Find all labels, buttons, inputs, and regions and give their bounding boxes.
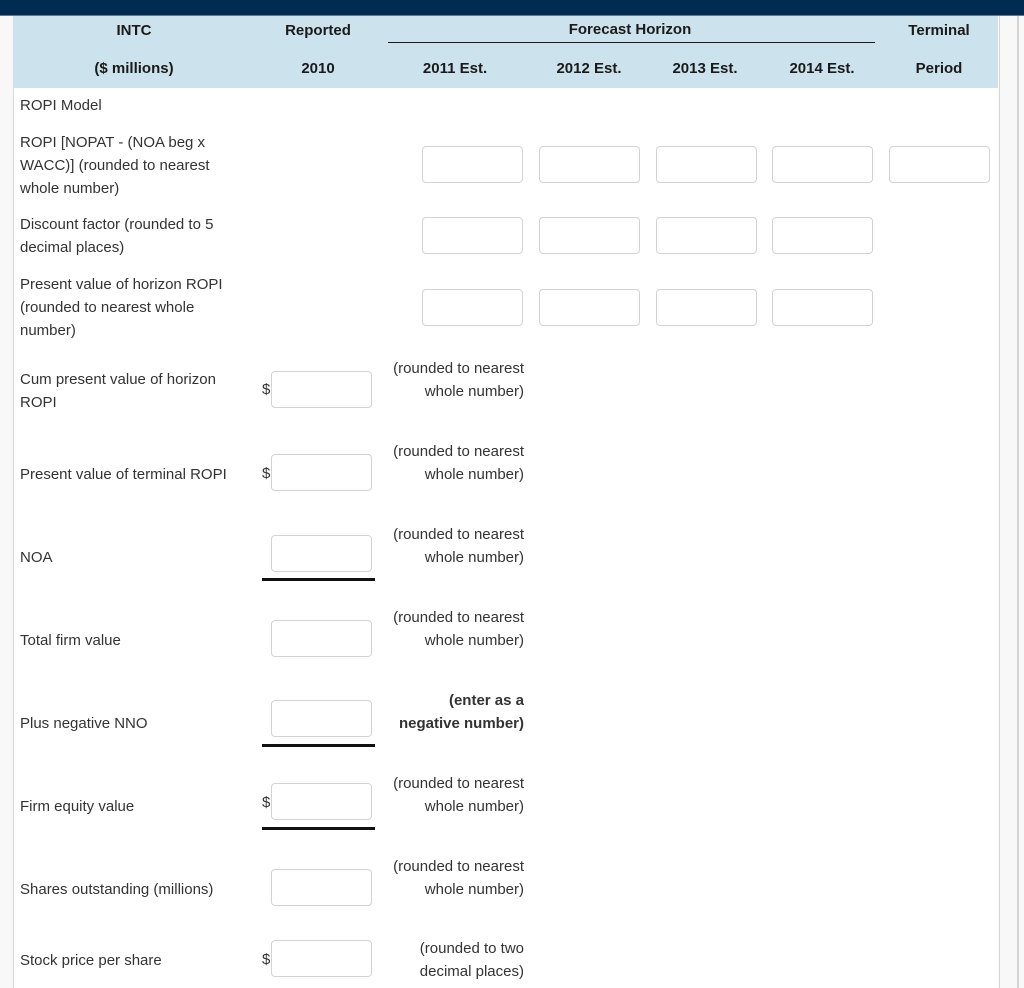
top-bar bbox=[0, 0, 1024, 16]
discount-factor-2011-input[interactable] bbox=[422, 217, 523, 254]
header-year-2012: 2012 Est. bbox=[556, 60, 622, 77]
noa-input[interactable] bbox=[271, 535, 372, 572]
row-label-discount-factor: Discount factor (rounded to 5 decimal pl… bbox=[20, 216, 214, 256]
ropi-terminal-input[interactable] bbox=[889, 146, 990, 183]
scrollbar-track[interactable] bbox=[999, 16, 1024, 988]
header-units: ($ millions) bbox=[94, 60, 174, 77]
row-label-stock-price: Stock price per share bbox=[20, 952, 162, 969]
header-year-2014: 2014 Est. bbox=[789, 60, 855, 77]
subtotal-rule bbox=[262, 744, 375, 747]
shares-outstanding-input[interactable] bbox=[271, 869, 372, 906]
discount-factor-2013-input[interactable] bbox=[656, 217, 757, 254]
negative-nno-input[interactable] bbox=[271, 700, 372, 737]
pv-terminal-ropi-input[interactable] bbox=[271, 454, 372, 491]
row-label-negative-nno: Plus negative NNO bbox=[20, 715, 148, 732]
total-firm-value-input[interactable] bbox=[271, 620, 372, 657]
left-gutter bbox=[0, 16, 14, 988]
note-rounding: (rounded to nearest whole number) bbox=[393, 443, 524, 483]
pv-horizon-ropi-2013-input[interactable] bbox=[656, 289, 757, 326]
note-rounding: (rounded to nearest whole number) bbox=[393, 526, 524, 566]
note-rounding: (rounded to nearest whole number) bbox=[393, 360, 524, 400]
pv-horizon-ropi-2012-input[interactable] bbox=[539, 289, 640, 326]
ropi-2013-input[interactable] bbox=[656, 146, 757, 183]
header-forecast-horizon: Forecast Horizon bbox=[568, 21, 692, 38]
firm-equity-value-input[interactable] bbox=[271, 783, 372, 820]
subtotal-rule bbox=[262, 578, 375, 581]
note-rounding: (rounded to nearest whole number) bbox=[393, 775, 524, 815]
note-rounding-two-decimals: (rounded to two decimal places) bbox=[419, 940, 524, 980]
discount-factor-2014-input[interactable] bbox=[772, 217, 873, 254]
ropi-2012-input[interactable] bbox=[539, 146, 640, 183]
stock-price-input[interactable] bbox=[271, 940, 372, 977]
row-label-total-firm-value: Total firm value bbox=[20, 632, 121, 649]
header-terminal: Terminal bbox=[908, 22, 970, 39]
row-label-pv-terminal-ropi: Present value of terminal ROPI bbox=[20, 466, 227, 483]
dollar-sign: $ bbox=[262, 381, 271, 398]
cum-pv-horizon-ropi-input[interactable] bbox=[271, 371, 372, 408]
row-label-shares-outstanding: Shares outstanding (millions) bbox=[20, 881, 214, 898]
section-title: ROPI Model bbox=[20, 97, 102, 114]
forecast-horizon-rule bbox=[388, 42, 875, 43]
dollar-sign: $ bbox=[262, 465, 271, 482]
header-company: INTC bbox=[116, 22, 152, 39]
ropi-2011-input[interactable] bbox=[422, 146, 523, 183]
header-period: Period bbox=[915, 60, 963, 77]
discount-factor-2012-input[interactable] bbox=[539, 217, 640, 254]
header-year-2011: 2011 Est. bbox=[422, 60, 488, 77]
total-rule bbox=[262, 827, 375, 830]
row-label-firm-equity-value: Firm equity value bbox=[20, 798, 135, 815]
dollar-sign: $ bbox=[262, 794, 271, 811]
row-label-pv-horizon-ropi: Present value of horizon ROPI (rounded t… bbox=[20, 276, 223, 339]
header-year-2013: 2013 Est. bbox=[672, 60, 738, 77]
scrollbar-edge bbox=[1017, 16, 1019, 988]
pv-horizon-ropi-2014-input[interactable] bbox=[772, 289, 873, 326]
note-rounding: (rounded to nearest whole number) bbox=[393, 609, 524, 649]
header-year-2010: 2010 bbox=[301, 60, 335, 77]
row-label-cum-pv-horizon-ropi: Cum present value of horizon ROPI bbox=[20, 371, 216, 411]
header-reported: Reported bbox=[285, 22, 351, 39]
row-label-noa: NOA bbox=[20, 549, 53, 566]
note-enter-negative: (enter as a negative number) bbox=[398, 692, 524, 732]
dollar-sign: $ bbox=[262, 951, 271, 968]
row-label-ropi: ROPI [NOPAT - (NOA beg x WACC)] (rounded… bbox=[20, 134, 210, 197]
pv-horizon-ropi-2011-input[interactable] bbox=[422, 289, 523, 326]
ropi-2014-input[interactable] bbox=[772, 146, 873, 183]
note-rounding: (rounded to nearest whole number) bbox=[393, 858, 524, 898]
